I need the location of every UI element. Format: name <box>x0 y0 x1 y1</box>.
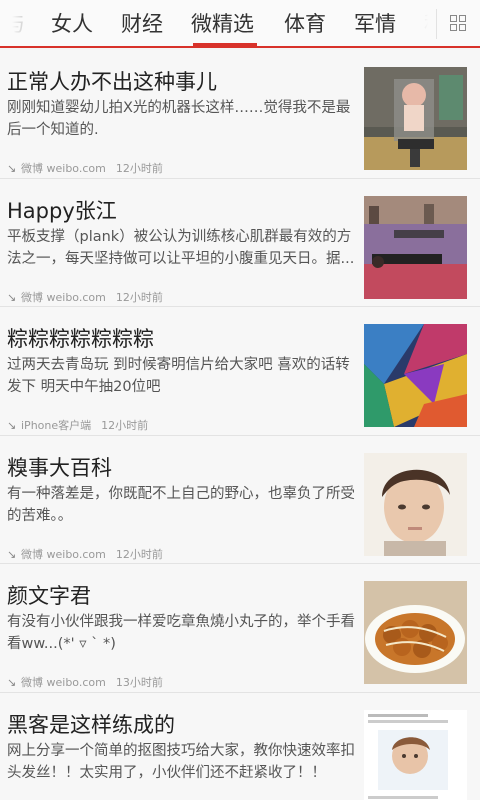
feed-item-source: iPhone客户端 <box>21 419 92 432</box>
feed-item-time: 12小时前 <box>101 419 149 432</box>
baby-xray-photo <box>364 67 467 170</box>
repost-arrow-icon: ↘ <box>7 419 17 432</box>
colorful-artwork-photo <box>364 324 467 427</box>
feed-item-thumbnail[interactable] <box>364 324 467 427</box>
feed-item-summary: 网上分享一个简单的抠图技巧给大家，教你快速效率扣头发丝！！太实用了，小伙伴们还不… <box>7 742 355 781</box>
feed-item-meta: ↘ 微博 weibo.com 13小时前 <box>7 674 163 690</box>
repost-arrow-icon: ↘ <box>7 162 17 175</box>
feed-item-title: 糗事大百科 <box>7 455 112 480</box>
feed-item-time: 12小时前 <box>115 547 163 561</box>
feed-item[interactable]: 颜文字君 有没有小伙伴跟我一样爱吃章魚燒小丸子的，举个手看看ww...(*' ▿… <box>0 564 480 693</box>
feed-item-title: 粽粽粽粽粽粽粽 <box>7 327 154 351</box>
grid-icon <box>450 15 457 22</box>
feed-item-thumbnail[interactable] <box>364 67 467 170</box>
feed-item-thumbnail[interactable] <box>364 709 467 800</box>
channel-tab-bar: 与 女人 财经 微精选 体育 军情 科 <box>0 0 480 48</box>
repost-arrow-icon: ↘ <box>7 676 17 689</box>
feed-item[interactable]: 黑客是这样练成的 网上分享一个简单的抠图技巧给大家，教你快速效率扣头发丝！！太实… <box>0 692 480 800</box>
feed-item-meta: ↘ 微博 weibo.com 12小时前 <box>7 546 163 562</box>
feed-item-time: 12小时前 <box>115 162 163 175</box>
news-feed-list: 正常人办不出这种事儿 刚刚知道婴幼儿拍X光的机器长这样……觉得我不是最后一个知道… <box>0 50 480 800</box>
feed-item[interactable]: 粽粽粽粽粽粽粽 过两天去青岛玩 到时候寄明信片给大家吧 喜欢的话转发下 明天中午… <box>0 307 480 436</box>
tab-fade-left <box>0 0 30 46</box>
tab-weibo-picks[interactable]: 微精选 <box>191 0 254 48</box>
feed-item-title: 正常人办不出这种事儿 <box>7 70 217 94</box>
child-portrait-photo <box>364 452 467 556</box>
feed-item-title: 颜文字君 <box>7 584 91 608</box>
plank-exercise-photo <box>364 195 467 299</box>
feed-item-source: 微博 weibo.com <box>21 162 106 175</box>
feed-item-source: 微博 weibo.com <box>21 676 106 689</box>
feed-item[interactable]: 正常人办不出这种事儿 刚刚知道婴幼儿拍X光的机器长这样……觉得我不是最后一个知道… <box>0 50 480 179</box>
feed-item-title: 黑客是这样练成的 <box>7 712 175 737</box>
tab-military[interactable]: 军情 <box>354 0 396 48</box>
repost-arrow-icon: ↘ <box>7 547 17 561</box>
tab-sports[interactable]: 体育 <box>284 0 326 48</box>
feed-item-summary: 过两天去青岛玩 到时候寄明信片给大家吧 喜欢的话转发下 明天中午抽20位吧 <box>7 357 350 395</box>
feed-item-summary: 平板支撑（plank）被公认为训练核心肌群最有效的方法之一，每天坚持做可以让平坦… <box>7 228 355 267</box>
grid-icon-cell <box>459 24 466 31</box>
tab-women[interactable]: 女人 <box>51 0 93 48</box>
feed-item-time: 12小时前 <box>115 290 163 304</box>
feed-item-meta: ↘ 微博 weibo.com 12小时前 <box>7 289 163 305</box>
feed-item-title: Happy张江 <box>7 198 117 223</box>
feed-item-source: 微博 weibo.com <box>21 290 106 304</box>
tutorial-screenshot-photo <box>364 709 467 800</box>
feed-item-source: 微博 weibo.com <box>21 547 106 561</box>
grid-icon-cell <box>459 15 466 22</box>
feed-item-meta: ↘ 微博 weibo.com 12小时前 <box>7 160 163 176</box>
active-tab-indicator <box>193 43 257 48</box>
feed-item-thumbnail[interactable] <box>364 195 467 299</box>
feed-item-thumbnail[interactable] <box>364 581 467 684</box>
feed-item-time: 13小时前 <box>115 676 163 689</box>
takoyaki-photo <box>364 581 467 684</box>
feed-item-meta: ↘ iPhone客户端 12小时前 <box>7 417 148 433</box>
feed-item-thumbnail[interactable] <box>364 452 467 556</box>
grid-icon-cell <box>450 24 457 31</box>
feed-item[interactable]: Happy张江 平板支撑（plank）被公认为训练核心肌群最有效的方法之一，每天… <box>0 178 480 307</box>
channel-grid-button[interactable] <box>436 9 480 39</box>
feed-item[interactable]: 糗事大百科 有一种落差是，你既配不上自己的野心，也辜负了所受的苦难。。 ↘ 微博 … <box>0 435 480 564</box>
repost-arrow-icon: ↘ <box>7 290 17 304</box>
feed-item-summary: 有没有小伙伴跟我一样爱吃章魚燒小丸子的，举个手看看ww...(*' ▿ ` *) <box>7 614 355 652</box>
tab-finance[interactable]: 财经 <box>121 0 163 48</box>
feed-item-summary: 有一种落差是，你既配不上自己的野心，也辜负了所受的苦难。。 <box>7 485 355 524</box>
feed-item-summary: 刚刚知道婴幼儿拍X光的机器长这样……觉得我不是最后一个知道的. <box>7 100 351 138</box>
